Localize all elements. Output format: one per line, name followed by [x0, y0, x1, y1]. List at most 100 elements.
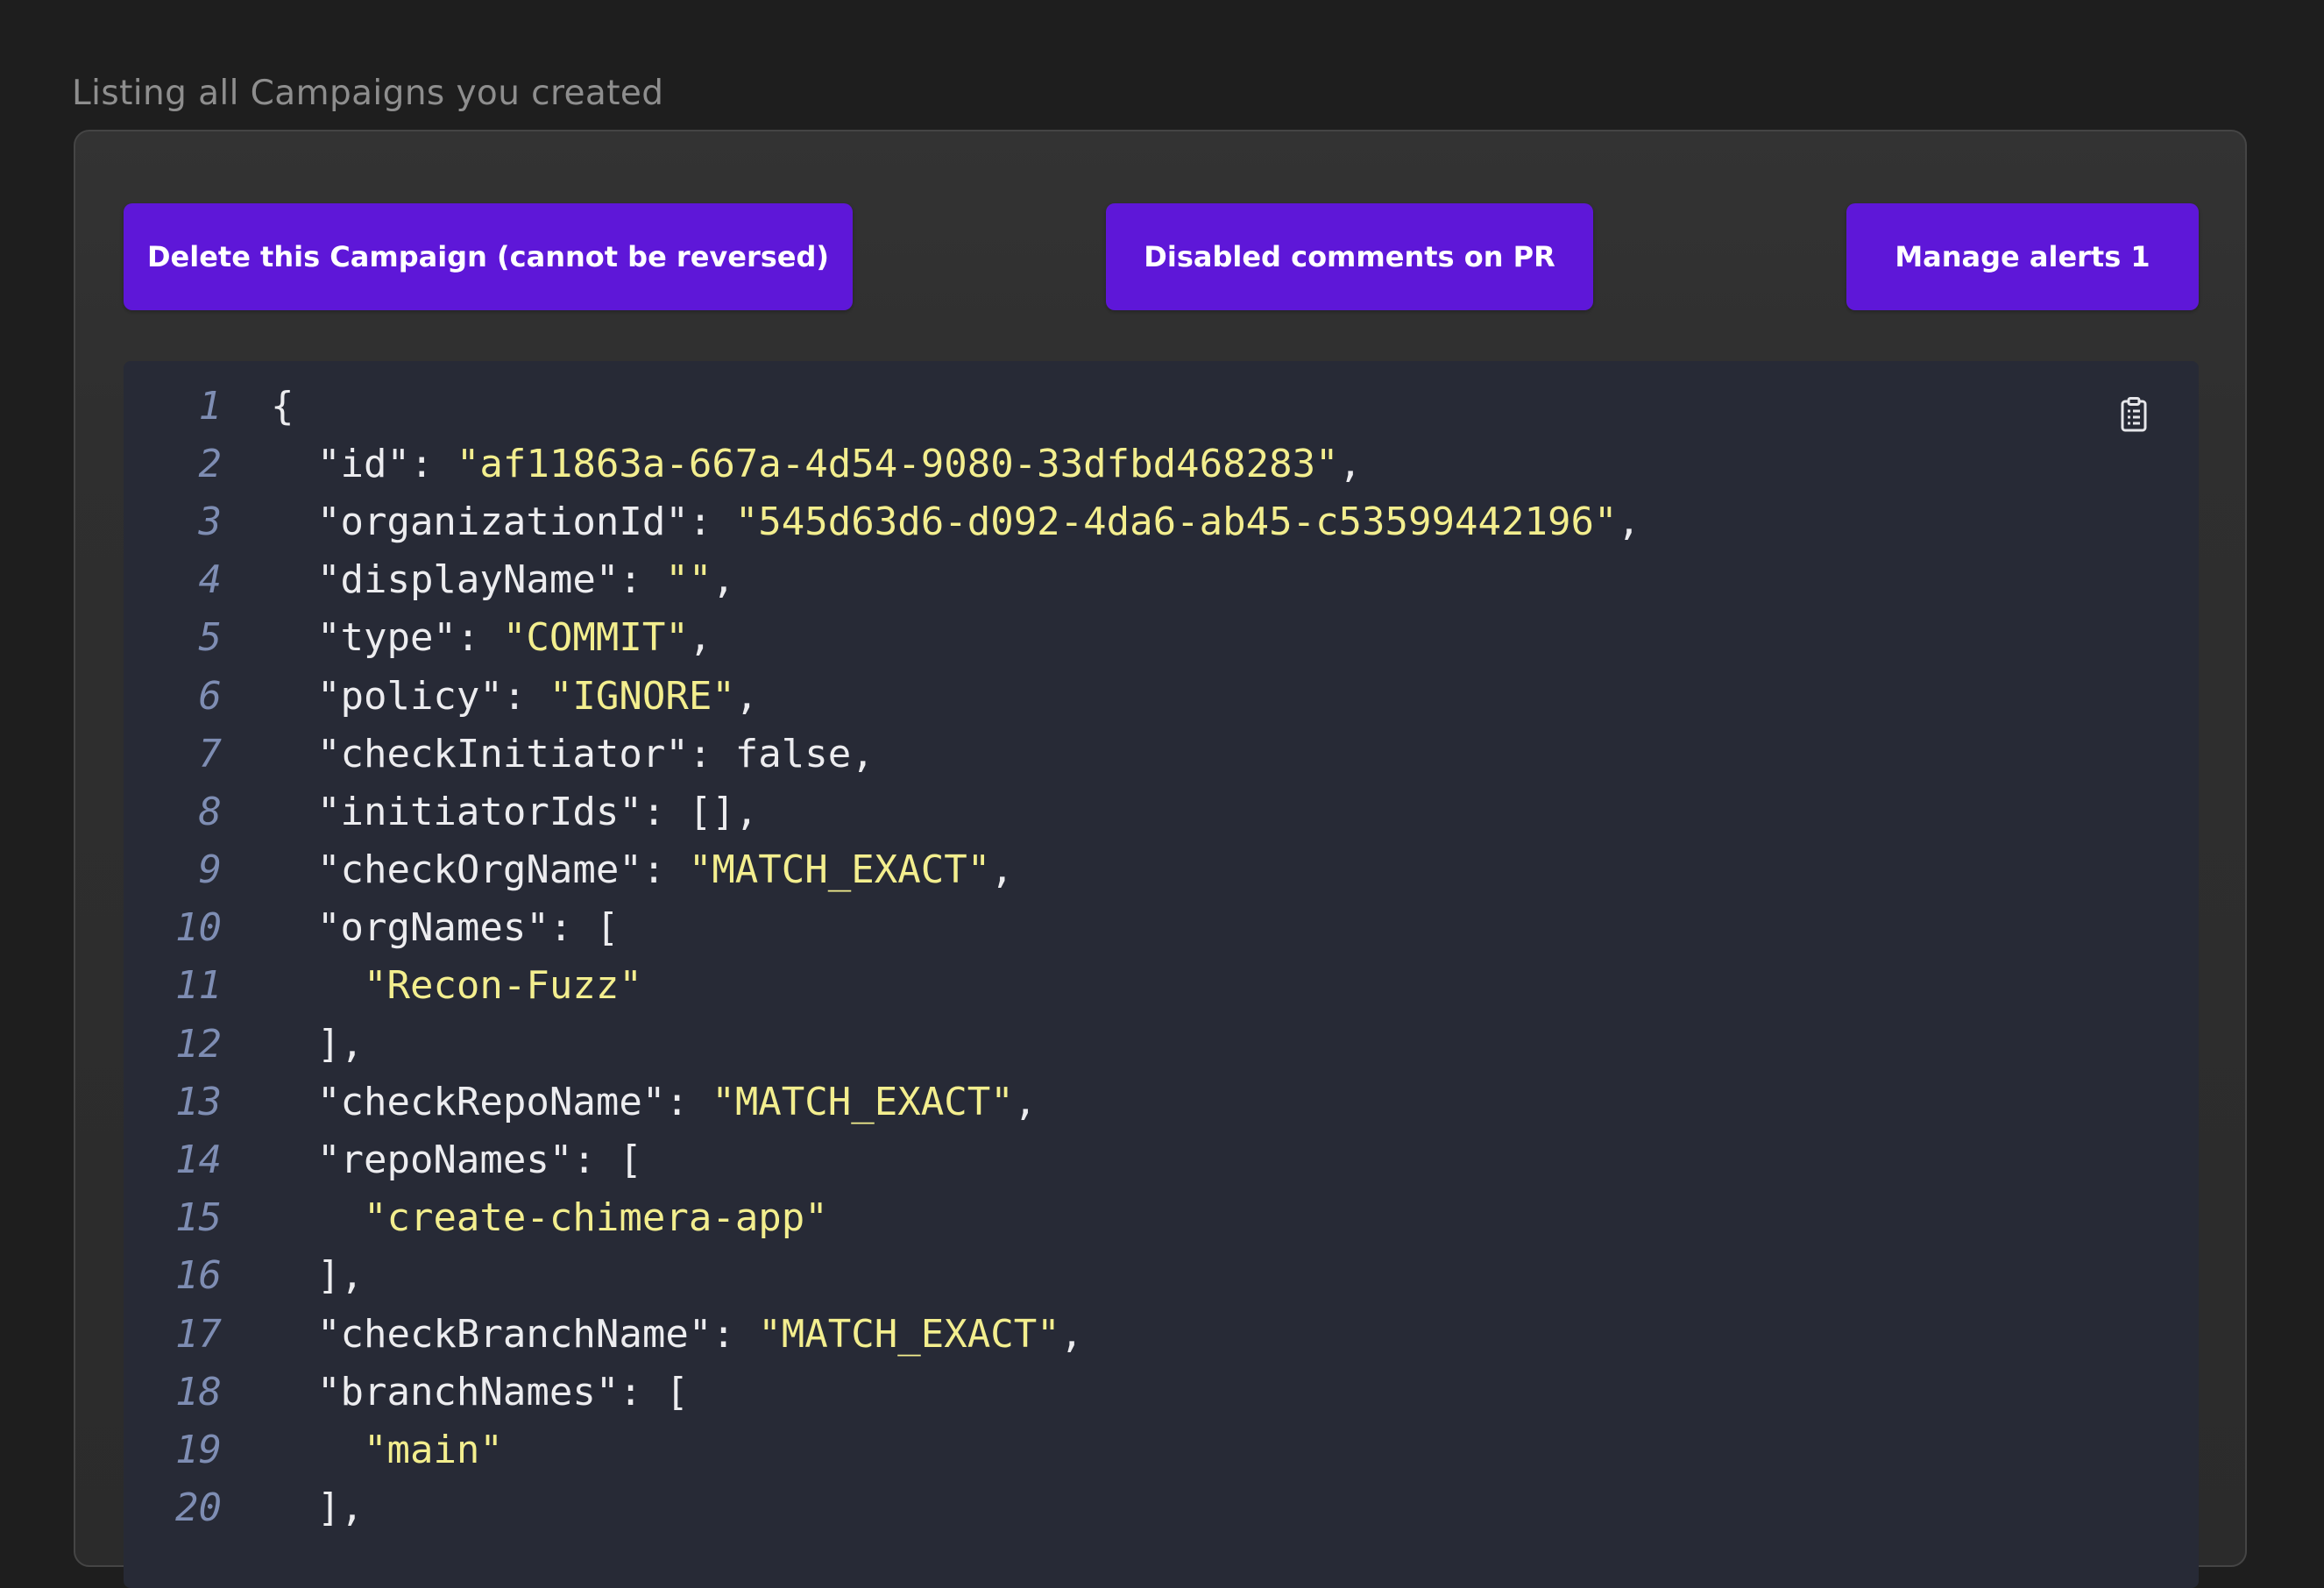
line-number: 4 [198, 557, 223, 603]
line-number: 5 [198, 615, 223, 661]
manage-alerts-button[interactable]: Manage alerts 1 [1846, 203, 2199, 310]
code-text: ], [222, 1253, 364, 1298]
code-token: "displayName": [271, 557, 666, 603]
line-number: 2 [198, 441, 223, 486]
code-line: 12 ], [124, 1015, 2199, 1073]
code-line: 11 "Recon-Fuzz" [124, 957, 2199, 1015]
line-number: 6 [198, 673, 223, 719]
string-token: "545d63d6-d092-4da6-ab45-c53599442196" [734, 499, 1618, 544]
code-token: , [990, 847, 1014, 893]
code-token: "checkRepoName": [271, 1079, 712, 1124]
code-token: , [1059, 1311, 1084, 1357]
line-number: 12 [175, 1021, 222, 1067]
code-text: "repoNames": [ [222, 1138, 642, 1182]
line-number: 10 [175, 905, 222, 951]
code-text: ], [222, 1022, 364, 1067]
code-token: ], [271, 1253, 364, 1299]
line-number: 11 [175, 963, 222, 1009]
code-line: 5 "type": "COMMIT", [124, 609, 2199, 667]
code-text: "Recon-Fuzz" [222, 963, 642, 1008]
line-number: 16 [175, 1253, 222, 1299]
code-line: 20 ], [124, 1479, 2199, 1537]
code-token: ], [271, 1485, 364, 1531]
json-code-viewer: 1{2 "id": "af11863a-667a-4d54-9080-33dfb… [124, 361, 2199, 1588]
code-token: , [712, 557, 735, 603]
string-token: "main" [363, 1427, 503, 1472]
code-token: "orgNames": [ [271, 905, 620, 951]
line-number: 7 [198, 731, 223, 776]
line-number: 17 [175, 1311, 222, 1357]
code-text: "main" [222, 1428, 503, 1472]
code-line: 3 "organizationId": "545d63d6-d092-4da6-… [124, 493, 2199, 550]
line-number: 3 [198, 499, 223, 544]
string-token: "COMMIT" [502, 615, 689, 661]
line-number: 1 [198, 383, 223, 429]
code-line: 17 "checkBranchName": "MATCH_EXACT", [124, 1305, 2199, 1363]
code-token: , [1617, 499, 1640, 544]
code-token: , [734, 673, 759, 719]
code-text: "displayName": "", [222, 557, 735, 602]
code-text: "branchNames": [ [222, 1370, 689, 1414]
line-number: 18 [175, 1369, 222, 1414]
code-text: { [222, 384, 294, 429]
code-line: 14 "repoNames": [ [124, 1131, 2199, 1188]
line-number: 14 [175, 1138, 222, 1183]
code-token: , [1013, 1079, 1038, 1124]
line-number: 9 [198, 847, 223, 893]
code-token: "policy": [271, 673, 549, 719]
code-text: ], [222, 1485, 364, 1530]
code-line: 15 "create-chimera-app" [124, 1189, 2199, 1247]
code-line: 8 "initiatorIds": [], [124, 783, 2199, 840]
code-text: "checkInitiator": false, [222, 732, 875, 776]
code-token: "branchNames": [ [271, 1369, 689, 1414]
code-text: "checkBranchName": "MATCH_EXACT", [222, 1312, 1083, 1357]
code-token: , [688, 615, 712, 661]
line-number: 19 [175, 1427, 222, 1472]
code-token: "checkOrgName": [271, 847, 689, 893]
code-text: "orgNames": [ [222, 905, 619, 950]
code-line: 1{ [124, 377, 2199, 435]
string-token: "MATCH_EXACT" [758, 1311, 1060, 1357]
code-token: "initiatorIds": [], [271, 789, 759, 834]
code-text: "initiatorIds": [], [222, 790, 758, 834]
string-token: "Recon-Fuzz" [363, 963, 642, 1009]
code-token: "organizationId": [271, 499, 735, 544]
code-line: 4 "displayName": "", [124, 551, 2199, 609]
code-token: , [1338, 441, 1363, 486]
line-number: 20 [175, 1485, 222, 1531]
code-token: "id": [271, 441, 457, 486]
code-token: { [271, 383, 294, 429]
code-text: "checkOrgName": "MATCH_EXACT", [222, 847, 1014, 892]
code-line: 10 "orgNames": [ [124, 899, 2199, 957]
code-token: "repoNames": [ [271, 1138, 642, 1183]
page-label: Listing all Campaigns you created [72, 74, 664, 113]
code-line: 2 "id": "af11863a-667a-4d54-9080-33dfbd4… [124, 435, 2199, 493]
code-text: "organizationId": "545d63d6-d092-4da6-ab… [222, 500, 1640, 544]
code-text: "checkRepoName": "MATCH_EXACT", [222, 1080, 1037, 1124]
code-line: 6 "policy": "IGNORE", [124, 667, 2199, 725]
string-token: "MATCH_EXACT" [688, 847, 991, 893]
code-text: "create-chimera-app" [222, 1195, 828, 1240]
code-line: 19 "main" [124, 1421, 2199, 1478]
code-token: ], [271, 1021, 364, 1067]
string-token: "af11863a-667a-4d54-9080-33dfbd468283" [456, 441, 1339, 486]
code-text: "type": "COMMIT", [222, 615, 712, 660]
campaign-card: Delete this Campaign (cannot be reversed… [74, 130, 2247, 1588]
code-text: "policy": "IGNORE", [222, 674, 758, 719]
string-token: "" [665, 557, 712, 603]
disabled-comments-button[interactable]: Disabled comments on PR [1106, 203, 1593, 310]
code-line: 16 ], [124, 1247, 2199, 1305]
code-line: 13 "checkRepoName": "MATCH_EXACT", [124, 1073, 2199, 1131]
code-lines: 1{2 "id": "af11863a-667a-4d54-9080-33dfb… [124, 377, 2199, 1537]
line-number: 15 [175, 1195, 222, 1241]
code-token: "checkBranchName": [271, 1311, 759, 1357]
code-token: "type": [271, 615, 503, 661]
delete-campaign-button[interactable]: Delete this Campaign (cannot be reversed… [124, 203, 853, 310]
line-number: 8 [198, 789, 223, 834]
code-line: 9 "checkOrgName": "MATCH_EXACT", [124, 841, 2199, 899]
code-text: "id": "af11863a-667a-4d54-9080-33dfbd468… [222, 442, 1362, 486]
code-line: 18 "branchNames": [ [124, 1363, 2199, 1421]
